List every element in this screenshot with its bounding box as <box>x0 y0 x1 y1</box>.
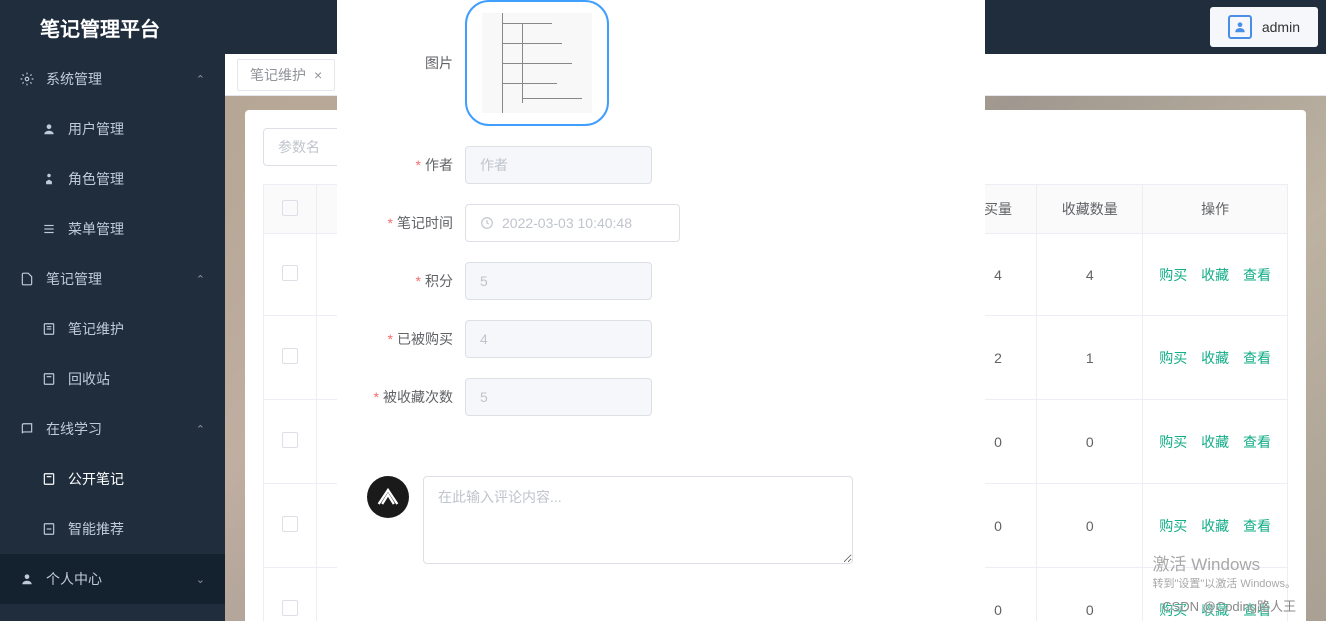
user-menu[interactable]: admin <box>1210 7 1318 47</box>
points-input[interactable]: 5 <box>465 262 652 300</box>
file-icon <box>20 272 36 286</box>
action-view[interactable]: 查看 <box>1243 350 1271 366</box>
sidebar-item-recycle[interactable]: 回收站 <box>0 354 225 404</box>
action-view[interactable]: 查看 <box>1243 267 1271 283</box>
action-buy[interactable]: 购买 <box>1159 350 1187 366</box>
collected-input[interactable]: 5 <box>465 378 652 416</box>
tab-note-maintain[interactable]: 笔记维护 × <box>237 59 335 91</box>
menu-notes[interactable]: 笔记管理 ⌃ <box>0 254 225 304</box>
row-checkbox[interactable] <box>282 516 298 532</box>
row-checkbox[interactable] <box>282 432 298 448</box>
book-icon <box>20 422 36 436</box>
close-icon[interactable]: × <box>314 59 322 91</box>
list-icon <box>42 222 58 236</box>
cell-collect-count: 0 <box>1037 568 1143 621</box>
action-view[interactable]: 查看 <box>1243 434 1271 450</box>
role-icon <box>42 172 58 186</box>
user-icon <box>42 122 58 136</box>
chevron-down-icon: ⌃ <box>196 273 205 286</box>
trash-icon <box>42 372 58 386</box>
user-avatar-icon <box>1228 15 1252 39</box>
sidebar-item-recommend[interactable]: 智能推荐 <box>0 504 225 554</box>
note-time-input[interactable]: 2022-03-03 10:40:48 <box>465 204 680 242</box>
cell-collect-count: 4 <box>1037 234 1143 316</box>
action-buy[interactable]: 购买 <box>1159 267 1187 283</box>
chevron-down-icon: ⌃ <box>196 73 205 86</box>
sidebar-item-user[interactable]: 用户管理 <box>0 104 225 154</box>
sidebar-item-menu[interactable]: 菜单管理 <box>0 204 225 254</box>
action-collect[interactable]: 收藏 <box>1201 350 1229 366</box>
bought-input[interactable]: 4 <box>465 320 652 358</box>
row-checkbox[interactable] <box>282 265 298 281</box>
person-icon <box>20 572 36 586</box>
cell-collect-count: 1 <box>1037 316 1143 400</box>
row-checkbox[interactable] <box>282 348 298 364</box>
windows-activate-watermark: 激活 Windows 转到"设置"以激活 Windows。 <box>1153 550 1297 591</box>
menu-personal[interactable]: 个人中心 ⌄ <box>0 554 225 604</box>
clock-icon <box>480 216 494 230</box>
action-buy[interactable]: 购买 <box>1159 434 1187 450</box>
cell-collect-count: 0 <box>1037 400 1143 484</box>
sidebar-item-note-maintain[interactable]: 笔记维护 <box>0 304 225 354</box>
recommend-icon <box>42 522 58 536</box>
app-logo: 笔记管理平台 <box>0 13 225 42</box>
col-actions: 操作 <box>1143 185 1288 234</box>
comment-textarea[interactable]: 在此输入评论内容... <box>423 476 853 564</box>
menu-system[interactable]: 系统管理 ⌃ <box>0 54 225 104</box>
sidebar-item-role[interactable]: 角色管理 <box>0 154 225 204</box>
gear-icon <box>20 72 36 86</box>
field-points-label: 积分 <box>425 273 453 289</box>
field-time-label: 笔记时间 <box>397 215 453 231</box>
row-checkbox[interactable] <box>282 600 298 616</box>
author-input[interactable]: 作者 <box>465 146 652 184</box>
comment-avatar-icon <box>367 476 409 518</box>
action-view[interactable]: 查看 <box>1243 518 1271 534</box>
csdn-watermark: CSDN @Coding路人王 <box>1162 596 1296 615</box>
field-collected-label: 被收藏次数 <box>383 389 453 405</box>
menu-learn[interactable]: 在线学习 ⌃ <box>0 404 225 454</box>
sidebar: 系统管理 ⌃ 用户管理 角色管理 菜单管理 笔记管理 ⌃ 笔记维护 回收站 <box>0 54 225 621</box>
action-collect[interactable]: 收藏 <box>1201 518 1229 534</box>
field-author-label: 作者 <box>425 157 453 173</box>
action-collect[interactable]: 收藏 <box>1201 267 1229 283</box>
image-preview[interactable] <box>465 0 609 126</box>
select-all-checkbox[interactable] <box>282 200 298 216</box>
field-bought-label: 已被购买 <box>397 331 453 347</box>
edit-dialog: 图片 *作者 作者 *笔记时间 2022-03-03 <box>337 0 985 621</box>
action-buy[interactable]: 购买 <box>1159 518 1187 534</box>
field-image-label: 图片 <box>425 55 453 71</box>
chevron-down-icon: ⌃ <box>196 423 205 436</box>
note-icon <box>42 322 58 336</box>
sidebar-item-public-notes[interactable]: 公开笔记 <box>0 454 225 504</box>
username-label: admin <box>1262 19 1300 35</box>
chevron-down-icon: ⌄ <box>196 573 205 586</box>
public-icon <box>42 472 58 486</box>
action-collect[interactable]: 收藏 <box>1201 434 1229 450</box>
cell-collect-count: 0 <box>1037 484 1143 568</box>
col-collect-count: 收藏数量 <box>1037 185 1143 234</box>
